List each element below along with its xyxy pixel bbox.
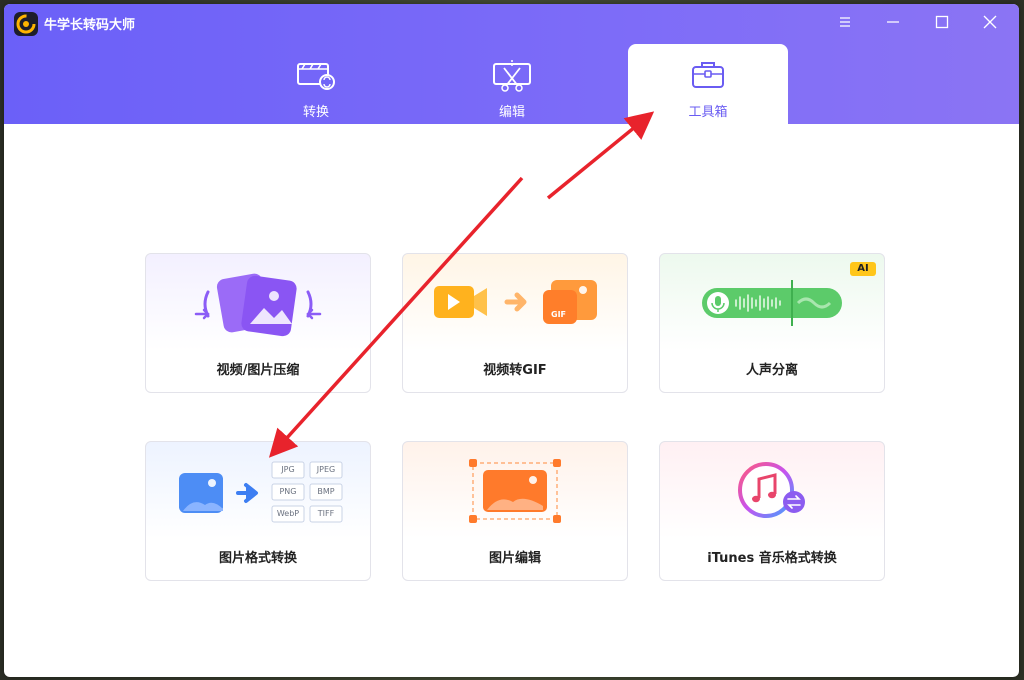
tool-card-image-convert[interactable]: JPG JPEG PNG BMP WebP TIFF 图片格式转换	[145, 441, 371, 581]
arrow-to-toolbox	[546, 111, 655, 200]
tool-card-image-convert-label: 图片格式转换	[218, 551, 297, 566]
tab-convert-label: 转换	[302, 105, 329, 120]
minimize-icon	[887, 21, 899, 23]
tool-card-itunes-convert[interactable]: iTunes 音乐格式转换	[659, 441, 885, 581]
format-bmp: BMP	[317, 487, 335, 496]
image-edit-icon	[469, 459, 561, 523]
app-title: 牛学长转码大师	[44, 18, 136, 33]
format-tiff: TIFF	[317, 509, 335, 518]
ai-badge: AI	[850, 262, 876, 276]
tab-toolbox[interactable]: 工具箱	[628, 44, 788, 124]
tool-card-image-edit[interactable]: 图片编辑	[402, 441, 628, 581]
tool-card-video-to-gif[interactable]: GIF 视频转GIF	[402, 253, 628, 393]
app-window: 牛学长转码大师 转换 编辑 工具箱 视频/图片压缩 GIF 视频转GIF AI …	[4, 4, 1019, 677]
tab-toolbox-label: 工具箱	[688, 105, 728, 120]
tab-edit-label: 编辑	[498, 105, 525, 120]
maximize-icon	[935, 15, 949, 29]
gif-tag: GIF	[551, 310, 567, 319]
tool-card-itunes-convert-label: iTunes 音乐格式转换	[707, 551, 837, 566]
tab-convert[interactable]: 转换	[236, 44, 396, 124]
title-bar: 牛学长转码大师 转换 编辑 工具箱	[4, 4, 1019, 124]
compress-icon	[194, 273, 322, 337]
format-png: PNG	[279, 487, 297, 496]
itunes-convert-icon	[738, 462, 805, 518]
tool-card-video-to-gif-label: 视频转GIF	[483, 363, 547, 378]
minimize-button[interactable]	[878, 10, 908, 34]
menu-button[interactable]	[830, 10, 860, 34]
tool-card-compress-label: 视频/图片压缩	[216, 363, 300, 378]
app-logo-icon	[14, 12, 38, 36]
close-button[interactable]	[975, 10, 1005, 34]
video-to-gif-icon	[434, 280, 597, 324]
tool-card-compress[interactable]: 视频/图片压缩	[145, 253, 371, 393]
format-jpeg: JPEG	[316, 465, 336, 474]
maximize-button[interactable]	[927, 10, 957, 34]
tab-edit[interactable]: 编辑	[432, 44, 592, 124]
video-convert-icon	[297, 63, 335, 90]
close-icon	[983, 15, 997, 29]
tool-card-voice-separation[interactable]: AI 人声分离	[659, 253, 885, 393]
tool-card-voice-separation-label: 人声分离	[745, 363, 798, 378]
tool-card-image-edit-label: 图片编辑	[488, 551, 541, 566]
format-webp: WebP	[276, 509, 300, 518]
format-jpg: JPG	[281, 465, 295, 474]
video-edit-icon	[493, 60, 531, 92]
menu-icon	[840, 17, 850, 27]
toolbox-icon	[692, 62, 724, 88]
